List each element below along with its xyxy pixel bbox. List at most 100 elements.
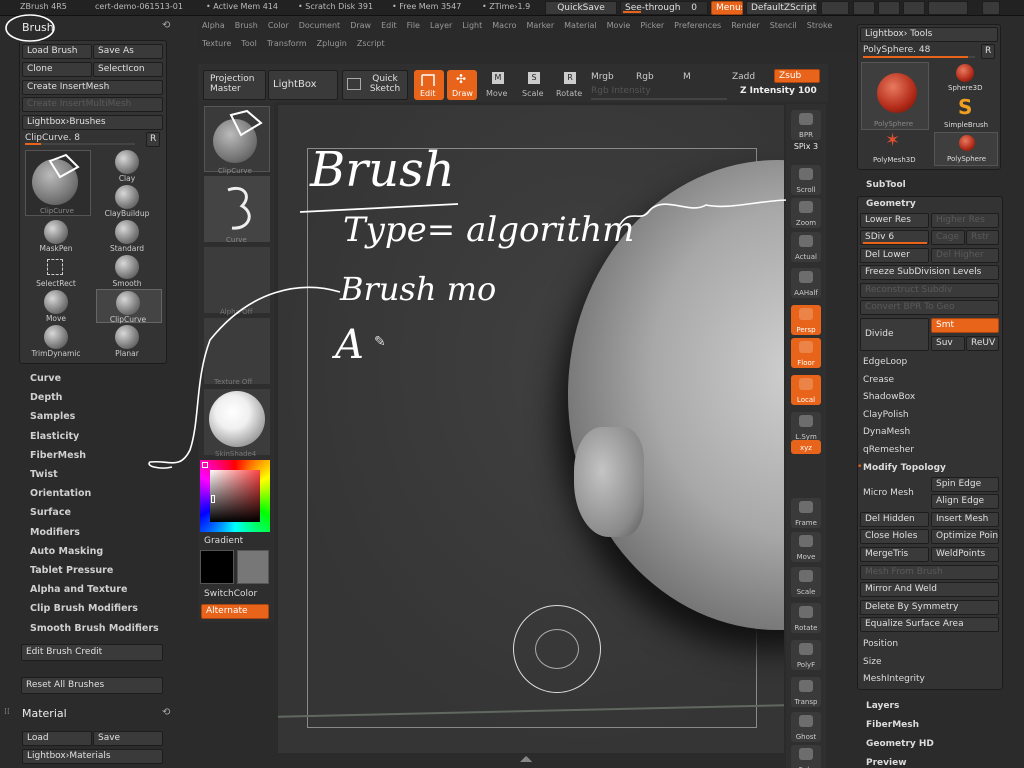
brush-thumb[interactable]: Move <box>25 289 91 323</box>
main-menu-item[interactable]: Color <box>268 21 289 30</box>
higher-res-button[interactable]: Higher Res <box>931 213 999 228</box>
scroll-button[interactable]: Scroll <box>791 165 821 195</box>
quick-sketch-button[interactable]: Quick Sketch <box>342 70 408 100</box>
brush-submenu-item[interactable]: FiberMesh <box>30 450 86 461</box>
material-save-button[interactable]: Save <box>93 731 163 746</box>
brush-submenu-item[interactable]: Elasticity <box>30 431 79 442</box>
brush-thumb[interactable]: Clay <box>96 149 162 183</box>
bpr-button[interactable]: BPR <box>791 110 821 140</box>
main-menu-item[interactable]: Stencil <box>770 21 797 30</box>
lightbox-brushes-button[interactable]: Lightbox›Brushes <box>22 115 163 130</box>
main-menu-item[interactable]: Macro <box>492 21 516 30</box>
brush-submenu-item[interactable]: Clip Brush Modifiers <box>30 603 138 614</box>
brush-submenu-item[interactable]: Auto Masking <box>30 546 103 557</box>
m-button[interactable]: M <box>683 72 691 82</box>
current-tool-slider[interactable] <box>863 56 975 58</box>
spin-edge-button[interactable]: Spin Edge <box>931 477 999 492</box>
modify-topology-section[interactable]: Modify Topology <box>863 463 946 473</box>
optimize-points-button[interactable]: Optimize Poin <box>931 529 999 544</box>
main-menu-item[interactable]: Document <box>299 21 340 30</box>
material-palette-header[interactable]: ⁞⁞ Material ⟲ <box>0 704 175 724</box>
window-control-1[interactable] <box>821 1 849 15</box>
current-brush-slider[interactable] <box>25 143 135 145</box>
brush-submenu-item[interactable]: Twist <box>30 469 58 480</box>
shadowbox-section[interactable]: ShadowBox <box>863 392 915 402</box>
edit-brush-credit-button[interactable]: Edit Brush Credit <box>21 644 163 661</box>
canvas-scroll-arrow[interactable]: ◢◣ <box>520 754 532 763</box>
edgeloop-section[interactable]: EdgeLoop <box>863 357 907 367</box>
material-load-button[interactable]: Load <box>22 731 92 746</box>
select-icon-button[interactable]: SelectIcon <box>93 62 163 77</box>
window-control-3[interactable] <box>878 1 900 15</box>
brush-submenu-item[interactable]: Smooth Brush Modifiers <box>30 623 159 634</box>
geometry-hd-section[interactable]: Geometry HD <box>866 739 934 749</box>
brush-submenu-item[interactable]: Tablet Pressure <box>30 565 113 576</box>
convert-bpr-button[interactable]: Convert BPR To Geo <box>860 300 999 315</box>
tray-texture-slot[interactable] <box>204 318 270 384</box>
main-color-swatch[interactable] <box>200 550 234 584</box>
polyf-button[interactable]: PolyF <box>791 640 821 670</box>
palette-settings-icon[interactable]: ⟲ <box>162 20 170 31</box>
qremesher-section[interactable]: qRemesher <box>863 445 914 455</box>
equalize-surface-area-button[interactable]: Equalize Surface Area <box>860 617 999 632</box>
delete-by-symmetry-button[interactable]: Delete By Symmetry <box>860 600 999 615</box>
crease-section[interactable]: Crease <box>863 375 894 385</box>
mesh-from-brush-button[interactable]: Mesh From Brush <box>860 565 999 580</box>
brush-thumb[interactable]: Planar <box>96 324 162 358</box>
layers-section[interactable]: Layers <box>866 701 899 711</box>
lightbox-button[interactable]: LightBox <box>268 70 338 100</box>
menus-button[interactable]: Menus <box>711 1 743 15</box>
tool-thumb-polysphere-2[interactable]: PolySphere <box>934 132 998 166</box>
del-hidden-button[interactable]: Del Hidden <box>860 512 929 527</box>
mergetris-button[interactable]: MergeTris <box>860 547 929 562</box>
main-menu-item[interactable]: Tool <box>241 39 257 48</box>
brush-thumb[interactable]: SelectRect <box>25 254 91 288</box>
frame-button[interactable]: Frame <box>791 498 821 528</box>
brush-thumb[interactable]: ClayBuildup <box>96 184 162 218</box>
l-sym-button[interactable]: L.Sym <box>791 412 821 442</box>
lower-res-button[interactable]: Lower Res <box>860 213 929 228</box>
color-picker-square[interactable] <box>210 470 260 522</box>
zsub-button[interactable]: Zsub <box>774 69 820 83</box>
brush-submenu-item[interactable]: Modifiers <box>30 527 80 538</box>
brush-palette-header[interactable]: Brush ⟲ <box>0 16 175 38</box>
default-zscript-button[interactable]: DefaultZScript <box>746 1 818 15</box>
main-menu-item[interactable]: Movie <box>607 21 631 30</box>
edit-mode-button[interactable]: Edit <box>414 70 444 100</box>
cage-button[interactable]: Cage <box>931 230 965 245</box>
main-menu-item[interactable]: Render <box>731 21 759 30</box>
del-higher-button[interactable]: Del Higher <box>931 248 999 263</box>
micro-mesh-label[interactable]: Micro Mesh <box>863 488 914 498</box>
main-menu-item[interactable]: Zscript <box>357 39 385 48</box>
brush-submenu-item[interactable]: Surface <box>30 507 71 518</box>
actual-button[interactable]: Actual <box>791 232 821 262</box>
local-button[interactable]: Local <box>791 375 821 405</box>
ghost-button[interactable]: Ghost <box>791 712 821 742</box>
window-control-6[interactable] <box>982 1 1000 15</box>
main-menu-item[interactable]: Texture <box>202 39 231 48</box>
rotate-mode-button[interactable]: R Rotate <box>554 70 584 100</box>
del-lower-button[interactable]: Del Lower <box>860 248 929 263</box>
scale-button[interactable]: Scale <box>791 567 821 597</box>
subtool-section[interactable]: SubTool <box>866 180 906 190</box>
brush-submenu-item[interactable]: Samples <box>30 411 75 422</box>
window-control-2[interactable] <box>853 1 875 15</box>
main-menu-item[interactable]: Preferences <box>674 21 721 30</box>
material-settings-icon[interactable]: ⟲ <box>162 707 170 718</box>
align-edge-button[interactable]: Align Edge <box>931 494 999 509</box>
dynamesh-section[interactable]: DynaMesh <box>863 427 910 437</box>
preview-section[interactable]: Preview <box>866 758 907 768</box>
tray-brush-slot[interactable] <box>204 106 270 172</box>
brush-thumb[interactable]: MaskPen <box>25 219 91 253</box>
tool-thumb-polymesh3d[interactable]: ✶ PolyMesh3D <box>861 130 929 166</box>
brush-thumb[interactable]: TrimDynamic <box>25 324 91 358</box>
brush-thumb[interactable]: ClipCurve <box>96 289 162 324</box>
brush-submenu-item[interactable]: Orientation <box>30 488 91 499</box>
fibermesh-section[interactable]: FiberMesh <box>866 720 919 730</box>
lightbox-materials-button[interactable]: Lightbox›Materials <box>22 749 163 764</box>
floor-button[interactable]: Floor <box>791 338 821 368</box>
quicksave-button[interactable]: QuickSave <box>545 1 617 15</box>
rstr-button[interactable]: Rstr <box>966 230 999 245</box>
zoom-button[interactable]: Zoom <box>791 198 821 228</box>
geometry-section[interactable]: Geometry <box>866 199 916 209</box>
